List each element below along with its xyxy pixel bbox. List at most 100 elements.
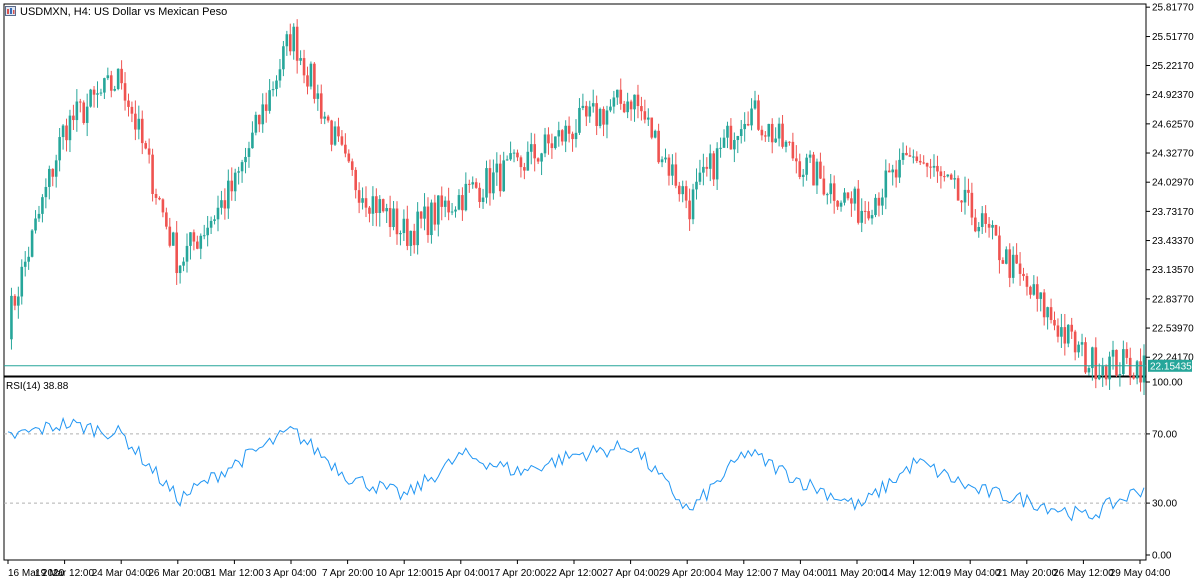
candle-body xyxy=(767,123,771,137)
candle-body xyxy=(671,164,674,176)
candle-body xyxy=(936,165,939,172)
candle-body xyxy=(347,153,351,162)
candle-body xyxy=(643,111,647,120)
candle-body xyxy=(853,188,857,204)
candle-body xyxy=(254,114,258,133)
candle-body xyxy=(364,198,368,208)
candle-body xyxy=(388,208,392,228)
candle-body xyxy=(27,256,30,262)
candle-body xyxy=(492,172,495,194)
candle-body xyxy=(433,202,437,225)
candle-body xyxy=(994,224,998,236)
candle-body xyxy=(275,80,278,90)
candle-body xyxy=(891,169,895,173)
candle-body xyxy=(856,188,860,223)
candle-body xyxy=(505,159,509,161)
price-axis-tick-label: 24.92370 xyxy=(1152,90,1194,101)
candle-body xyxy=(375,196,378,213)
candle-body xyxy=(17,296,20,306)
candle-body xyxy=(932,165,936,168)
price-axis-tick-label: 23.13570 xyxy=(1152,265,1194,276)
candle-body xyxy=(523,167,526,171)
candle-body xyxy=(1056,325,1060,337)
candle-body xyxy=(137,118,141,130)
candle-body xyxy=(815,161,819,186)
price-axis-tick-label: 25.51770 xyxy=(1152,32,1194,43)
candle-body xyxy=(409,230,413,246)
candle-body xyxy=(1139,361,1142,383)
candle-body xyxy=(791,141,795,159)
candle-body xyxy=(640,106,643,112)
time-axis-tick-label: 3 Apr 04:00 xyxy=(265,568,317,579)
candle-body xyxy=(650,117,654,138)
candle-body xyxy=(760,129,764,136)
candle-body xyxy=(206,227,209,236)
candle-body xyxy=(912,156,915,158)
price-axis-tick-label: 24.32770 xyxy=(1152,149,1194,160)
candle-body xyxy=(481,197,485,203)
candle-body xyxy=(1108,356,1111,380)
candle-body xyxy=(75,101,79,121)
candle-body xyxy=(326,116,330,121)
candle-body xyxy=(719,147,722,149)
candle-body xyxy=(540,153,543,162)
candle-body xyxy=(1018,263,1022,274)
candle-body xyxy=(44,186,48,198)
candle-body xyxy=(1032,284,1036,295)
candle-body xyxy=(674,164,678,186)
candle-body xyxy=(151,154,154,194)
candle-body xyxy=(185,245,189,262)
candle-body xyxy=(337,126,340,137)
time-axis-tick-label: 7 May 04:00 xyxy=(773,568,828,579)
candle-body xyxy=(949,174,953,180)
time-axis-tick-label: 19 May 04:00 xyxy=(940,568,1001,579)
time-axis-tick-label: 29 May 04:00 xyxy=(1110,568,1171,579)
candle-body xyxy=(34,218,37,231)
time-axis-tick-label: 17 Apr 20:00 xyxy=(489,568,546,579)
candle-body xyxy=(764,135,767,137)
candle-body xyxy=(974,217,977,232)
candle-body xyxy=(99,92,103,94)
candle-body xyxy=(509,153,512,160)
candle-body xyxy=(729,125,733,150)
candle-body xyxy=(1022,273,1025,277)
candle-body xyxy=(127,100,130,107)
rsi-axis-tick-label: 100.00 xyxy=(1152,378,1183,389)
time-axis-tick-label: 24 Mar 04:00 xyxy=(92,568,151,579)
candle-body xyxy=(134,113,137,130)
candle-body xyxy=(416,211,419,246)
candle-body xyxy=(426,206,430,236)
price-axis-tick-label: 23.73170 xyxy=(1152,207,1194,218)
candle-body xyxy=(257,114,261,125)
candle-body xyxy=(653,130,657,138)
candle-body xyxy=(922,162,925,164)
candle-body xyxy=(419,211,423,219)
candle-body xyxy=(154,193,158,198)
candle-body xyxy=(616,89,619,98)
candle-body xyxy=(288,34,292,52)
candle-body xyxy=(402,218,406,234)
candle-body xyxy=(237,171,240,173)
candle-body xyxy=(189,232,192,246)
candle-body xyxy=(839,202,843,207)
candle-body xyxy=(175,232,178,274)
candle-body xyxy=(196,241,199,249)
candle-body xyxy=(48,168,51,187)
candle-body xyxy=(547,134,550,144)
candle-body xyxy=(825,194,829,196)
candle-body xyxy=(1039,292,1043,299)
candle-body xyxy=(987,223,991,228)
candle-body xyxy=(361,198,364,203)
candle-body xyxy=(1011,254,1015,278)
candle-body xyxy=(943,176,946,178)
candle-body xyxy=(82,102,86,123)
candle-body xyxy=(702,166,705,173)
candle-body xyxy=(1060,327,1063,337)
candle-body xyxy=(822,178,826,195)
candle-body xyxy=(905,152,908,156)
candle-body xyxy=(557,130,561,137)
candle-body xyxy=(1087,368,1091,373)
candle-body xyxy=(829,183,833,195)
candle-body xyxy=(30,230,34,257)
candle-body xyxy=(1053,319,1056,326)
